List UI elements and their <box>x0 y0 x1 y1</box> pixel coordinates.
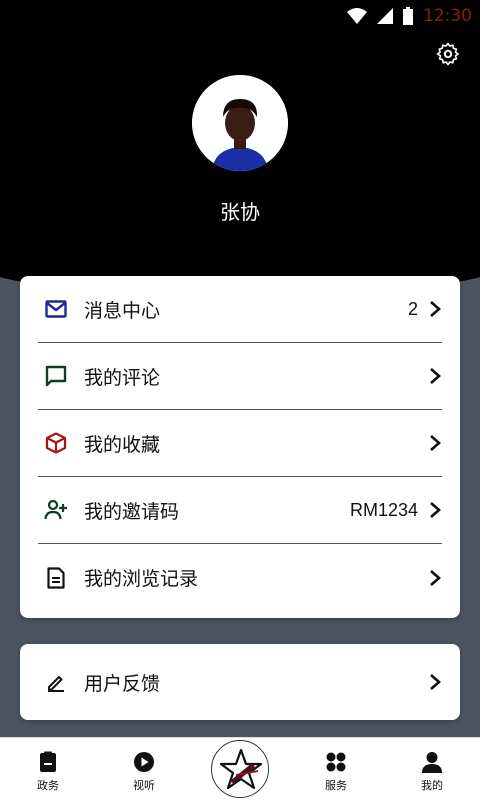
tab-services[interactable]: 服务 <box>301 737 371 800</box>
chevron-right-icon <box>430 569 441 586</box>
wifi-icon <box>347 8 367 24</box>
user-avatar-icon <box>192 75 288 171</box>
menu-item-label: 用户反馈 <box>84 672 161 695</box>
play-icon <box>134 752 154 772</box>
feedback-card: 用户反馈 <box>20 644 460 720</box>
edit-icon <box>44 670 68 694</box>
menu-item-comments[interactable]: 我的评论 <box>38 343 442 410</box>
battery-icon <box>403 7 413 25</box>
box-icon <box>44 431 68 455</box>
tab-government[interactable]: 政务 <box>13 737 83 800</box>
menu-card: 消息中心 2 我的评论 我的收藏 我的邀请码 RM1234 我的浏览记录 <box>20 276 460 618</box>
clipboard-icon <box>40 751 56 772</box>
menu-item-label: 我的邀请码 <box>84 500 180 523</box>
add-user-icon <box>44 498 68 522</box>
invite-code-value: RM1234 <box>349 499 418 520</box>
menu-item-label: 我的浏览记录 <box>84 568 199 590</box>
document-icon <box>44 566 68 590</box>
menu-item-feedback[interactable]: 用户反馈 <box>38 644 442 720</box>
avatar[interactable] <box>192 75 288 171</box>
menu-item-history[interactable]: 我的浏览记录 <box>38 544 442 611</box>
chevron-right-icon <box>430 435 441 451</box>
chevron-right-icon <box>430 368 441 384</box>
unread-count: 2 <box>407 298 418 319</box>
center-home-button[interactable] <box>211 740 269 798</box>
tab-mine[interactable]: 我的 <box>397 737 467 800</box>
menu-item-favorites[interactable]: 我的收藏 <box>38 410 442 477</box>
chevron-right-icon <box>430 502 441 518</box>
menu-item-label: 消息中心 <box>84 299 161 322</box>
gear-icon <box>436 42 459 66</box>
mail-icon <box>44 297 68 321</box>
status-bar: 12:30 <box>0 0 480 32</box>
user-name: 张协 <box>220 200 260 224</box>
clock: 12:30 <box>423 6 472 26</box>
menu-item-invite-code[interactable]: 我的邀请码 RM1234 <box>38 477 442 544</box>
tab-audiovisual[interactable]: 视听 <box>109 737 179 800</box>
chevron-right-icon <box>430 301 441 317</box>
signal-icon <box>377 8 393 24</box>
comment-icon <box>44 364 68 388</box>
person-icon <box>422 752 442 773</box>
menu-item-label: 我的评论 <box>84 366 161 389</box>
chevron-right-icon <box>430 674 441 690</box>
star-logo-icon <box>213 742 268 797</box>
menu-item-messages[interactable]: 消息中心 2 <box>38 276 442 343</box>
grid-icon <box>326 752 346 772</box>
settings-button[interactable] <box>436 42 460 66</box>
menu-item-label: 我的收藏 <box>84 433 161 456</box>
